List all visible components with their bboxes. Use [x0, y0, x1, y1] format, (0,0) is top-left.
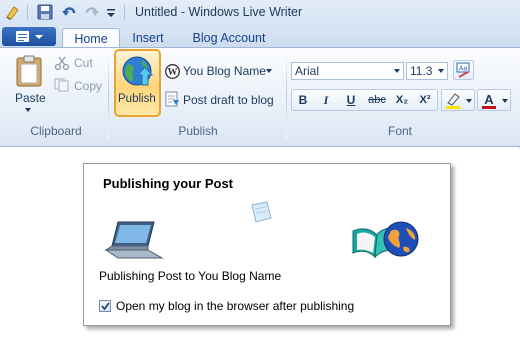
font-color-swatch [482, 106, 496, 109]
svg-text:W: W [168, 67, 178, 78]
publish-group-label: Publish [178, 124, 218, 138]
blog-selector-button[interactable]: You Blog Name [183, 64, 266, 78]
strikethrough-button[interactable]: abc [364, 90, 390, 110]
publishing-dialog: Publishing your Post Publishing Post to … [83, 163, 451, 326]
font-size-select[interactable]: 11.3 [406, 62, 448, 80]
redo-icon[interactable] [84, 4, 100, 20]
open-in-browser-checkbox[interactable] [99, 300, 111, 312]
font-family-select[interactable]: Arial [291, 62, 404, 80]
publishing-status-text: Publishing Post to You Blog Name [99, 269, 282, 283]
copy-icon [54, 78, 70, 92]
chevron-down-icon [502, 99, 508, 103]
post-draft-button[interactable]: Post draft to blog [183, 93, 274, 107]
chevron-down-icon [466, 99, 472, 103]
underline-button[interactable]: U [341, 90, 361, 110]
group-divider [286, 52, 287, 140]
clear-formatting-icon: Aa [456, 62, 470, 78]
globe-upload-icon [121, 54, 155, 88]
customize-icon[interactable] [106, 4, 116, 20]
group-divider [108, 52, 109, 140]
paste-icon [14, 55, 44, 87]
font-family-value: Arial [295, 64, 320, 78]
tab-home[interactable]: Home [62, 28, 120, 49]
app-icon [5, 4, 21, 20]
publish-button[interactable]: Publish [114, 49, 161, 117]
svg-text:Aa: Aa [459, 66, 468, 73]
document-icon [16, 31, 29, 42]
copy-button[interactable]: Copy [74, 79, 102, 93]
post-draft-icon [164, 91, 180, 107]
dialog-title: Publishing your Post [103, 176, 234, 191]
highlight-color-swatch [446, 106, 460, 109]
font-group-label: Font [387, 124, 412, 138]
clear-formatting-button[interactable]: Aa [453, 60, 474, 80]
chevron-down-icon [438, 69, 444, 73]
undo-icon[interactable] [61, 4, 77, 20]
chevron-down-icon [35, 35, 43, 39]
superscript-button[interactable]: X² [415, 90, 435, 110]
paste-dropdown-icon[interactable] [25, 108, 31, 112]
open-in-browser-label[interactable]: Open my blog in the browser after publis… [116, 299, 354, 313]
font-size-value: 11.3 [410, 64, 433, 78]
windows-live-writer-window: Untitled - Windows Live Writer Home Inse… [0, 0, 520, 148]
chevron-down-icon [394, 69, 400, 73]
laptop-icon [104, 220, 166, 260]
wordpress-icon: W [165, 64, 180, 79]
save-icon[interactable] [37, 4, 53, 20]
paste-button[interactable]: Paste [15, 91, 46, 105]
clipboard-group-label: Clipboard [30, 124, 82, 138]
tab-blog-account[interactable]: Blog Account [184, 28, 274, 48]
cut-button[interactable]: Cut [74, 56, 93, 70]
highlighter-icon [446, 93, 460, 109]
chevron-down-icon[interactable] [266, 69, 272, 73]
book-globe-icon [351, 219, 421, 259]
tab-insert[interactable]: Insert [124, 28, 172, 48]
svg-text:A: A [484, 92, 494, 107]
title-bar: Untitled - Windows Live Writer [0, 0, 520, 25]
font-color-icon: A [482, 92, 496, 109]
paper-sheet-icon [247, 201, 273, 227]
highlight-button[interactable] [441, 89, 475, 111]
cut-icon [54, 56, 70, 71]
window-title: Untitled - Windows Live Writer [135, 5, 303, 19]
bold-button[interactable]: B [293, 90, 313, 110]
subscript-button[interactable]: X₂ [392, 90, 412, 110]
publish-label: Publish [118, 93, 156, 105]
app-menu-button[interactable] [2, 27, 56, 46]
italic-button[interactable]: I [316, 90, 336, 110]
font-color-button[interactable]: A [477, 89, 511, 111]
checkmark-icon [101, 302, 110, 311]
